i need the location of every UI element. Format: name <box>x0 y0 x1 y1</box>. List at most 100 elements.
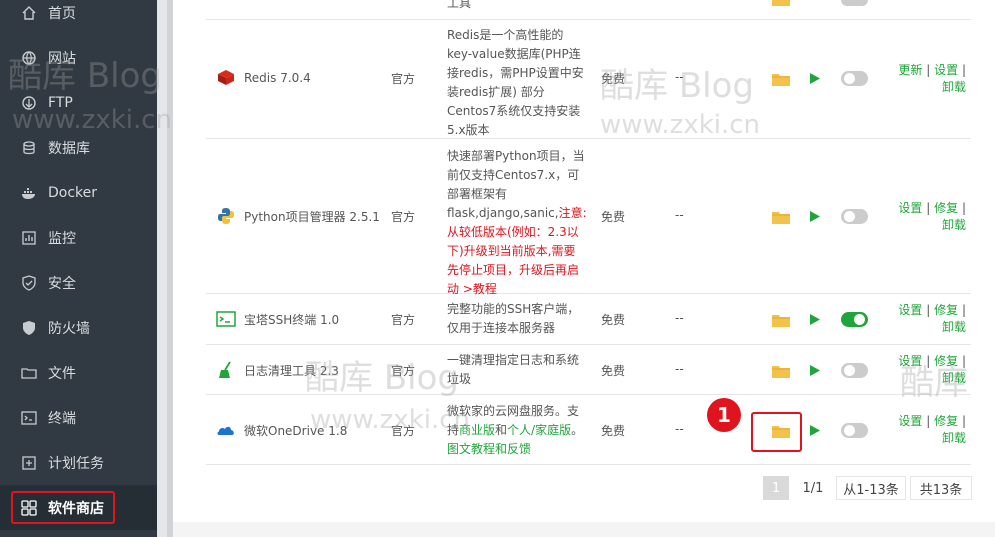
plugin-actions: 设置 | 修复 | 卸载 <box>898 414 966 445</box>
plugin-description: 一键清理指定日志和系统 垃圾 <box>447 353 580 386</box>
redis-icon <box>216 68 236 88</box>
docker-icon <box>21 185 37 201</box>
settings-link[interactable]: 设置 <box>898 201 922 215</box>
table-row: 宝塔SSH终端 1.0 官方 完整功能的SSH客户端， 仅用于连接本服务器 免费… <box>206 294 971 345</box>
sidebar-item-label: 数据库 <box>48 140 90 157</box>
toggle-switch[interactable] <box>841 423 868 438</box>
settings-link[interactable]: 设置 <box>898 354 922 368</box>
sidebar-item-label: 计划任务 <box>48 455 104 472</box>
business-link[interactable]: 商业版 <box>459 423 495 437</box>
bottom-bar <box>173 522 995 537</box>
toggle-switch[interactable] <box>841 71 868 86</box>
uninstall-link[interactable]: 卸载 <box>942 371 966 385</box>
folder-icon[interactable] <box>772 0 790 8</box>
plugin-description: Redis是一个高性能的 key-value数据库(PHP连 接redis，需P… <box>447 28 584 137</box>
plugin-name[interactable]: Redis 7.0.4 <box>216 68 311 88</box>
plugin-name[interactable]: 宝塔SSH终端 1.0 <box>216 309 339 329</box>
tutorial-link[interactable]: 图文教程和反馈 <box>447 440 587 459</box>
toggle-switch[interactable] <box>841 0 868 6</box>
toggle-switch[interactable] <box>841 312 868 327</box>
plugin-price: 免费 <box>601 210 626 224</box>
repair-link[interactable]: 修复 <box>934 303 958 317</box>
folder-icon[interactable] <box>772 72 790 86</box>
clock-icon <box>21 455 37 471</box>
sidebar-item-docker[interactable]: Docker <box>0 170 157 215</box>
plugin-expire: -- <box>675 311 684 325</box>
table-row: 工具 <box>206 0 971 20</box>
repair-link[interactable]: 修复 <box>934 201 958 215</box>
plugin-name[interactable]: 日志清理工具 2.3 <box>216 360 339 380</box>
sidebar-item-security[interactable]: 安全 <box>0 260 157 305</box>
sidebar-item-label: 监控 <box>48 230 76 247</box>
ftp-icon <box>21 95 37 111</box>
sidebar-item-label: 文件 <box>48 365 76 382</box>
plugin-developer: 官方 <box>391 313 416 327</box>
plugin-actions: 设置 | 修复 | 卸载 <box>898 201 966 232</box>
sidebar-item-monitor[interactable]: 监控 <box>0 215 157 260</box>
settings-link[interactable]: 设置 <box>898 414 922 428</box>
sidebar-item-website[interactable]: 网站 <box>0 35 157 80</box>
play-icon[interactable] <box>809 424 821 437</box>
uninstall-link[interactable]: 卸载 <box>942 320 966 334</box>
play-icon[interactable] <box>809 210 821 223</box>
settings-link[interactable]: 设置 <box>934 63 958 77</box>
broom-icon <box>216 360 236 380</box>
settings-link[interactable]: 设置 <box>898 303 922 317</box>
uninstall-link[interactable]: 卸载 <box>942 218 966 232</box>
sidebar-item-firewall[interactable]: 防火墙 <box>0 305 157 350</box>
sidebar-item-home[interactable]: 首页 <box>0 0 157 35</box>
sidebar-item-database[interactable]: 数据库 <box>0 125 157 170</box>
update-link[interactable]: 更新 <box>898 63 922 77</box>
plugin-expire: -- <box>675 422 684 436</box>
database-icon <box>21 140 37 156</box>
table-row: Python项目管理器 2.5.1 官方 快速部署Python项目，当 前仅支持… <box>206 139 971 296</box>
repair-link[interactable]: 修复 <box>934 354 958 368</box>
plugin-developer: 官方 <box>391 72 416 86</box>
play-icon[interactable] <box>809 364 821 377</box>
plugin-name[interactable]: 微软OneDrive 1.8 <box>216 420 347 440</box>
sidebar-item-cron[interactable]: 计划任务 <box>0 440 157 485</box>
plugin-actions: 设置 | 修复 | 卸载 <box>898 303 966 334</box>
folder-icon[interactable] <box>772 210 790 224</box>
plugin-description: 工具 <box>447 0 472 10</box>
gutter-inner <box>157 0 167 537</box>
personal-link[interactable]: 个人/家庭版 <box>507 423 571 437</box>
folder-icon[interactable] <box>772 364 790 378</box>
plugin-name[interactable]: Python项目管理器 2.5.1 <box>216 206 380 226</box>
sidebar: 首页 网站 FTP 数据库 Docker 监控 安全 防火墙 文件 终端 计划任… <box>0 0 157 537</box>
uninstall-link[interactable]: 卸载 <box>942 80 966 94</box>
terminal-icon <box>21 410 37 426</box>
monitor-icon <box>21 230 37 246</box>
plugin-expire: -- <box>675 362 684 376</box>
sidebar-item-files[interactable]: 文件 <box>0 350 157 395</box>
highlight-box <box>751 412 802 452</box>
folder-icon[interactable] <box>772 313 790 327</box>
plugin-price: 免费 <box>601 72 626 86</box>
plugin-price: 免费 <box>601 424 626 438</box>
page-range: 从1-13条 <box>836 476 906 500</box>
plugin-price: 免费 <box>601 313 626 327</box>
sidebar-item-label: Docker <box>48 184 98 201</box>
play-icon[interactable] <box>809 313 821 326</box>
plugin-description: 快速部署Python项目，当 前仅支持Centos7.x，可 部署框架有 fla… <box>447 149 587 296</box>
plugin-developer: 官方 <box>391 424 416 438</box>
table-row: 微软OneDrive 1.8 官方 微软家的云网盘服务。支 持商业版和个人/家庭… <box>206 395 971 465</box>
toggle-switch[interactable] <box>841 363 868 378</box>
page-total: 共13条 <box>910 476 972 500</box>
page-current[interactable]: 1 <box>763 476 789 500</box>
plugin-developer: 官方 <box>391 364 416 378</box>
page-count: 1/1 <box>802 480 824 496</box>
plugin-description: 完整功能的SSH客户端， 仅用于连接本服务器 <box>447 302 580 335</box>
play-icon[interactable] <box>809 72 821 85</box>
sidebar-item-ftp[interactable]: FTP <box>0 80 157 125</box>
sidebar-item-label: FTP <box>48 94 73 111</box>
python-icon <box>216 206 236 226</box>
sidebar-item-terminal[interactable]: 终端 <box>0 395 157 440</box>
plugin-actions: 设置 | 修复 | 卸载 <box>898 354 966 385</box>
toggle-switch[interactable] <box>841 209 868 224</box>
sidebar-item-label: 网站 <box>48 50 76 67</box>
sidebar-item-label: 安全 <box>48 275 76 292</box>
repair-link[interactable]: 修复 <box>934 414 958 428</box>
uninstall-link[interactable]: 卸载 <box>942 431 966 445</box>
firewall-icon <box>21 320 37 336</box>
